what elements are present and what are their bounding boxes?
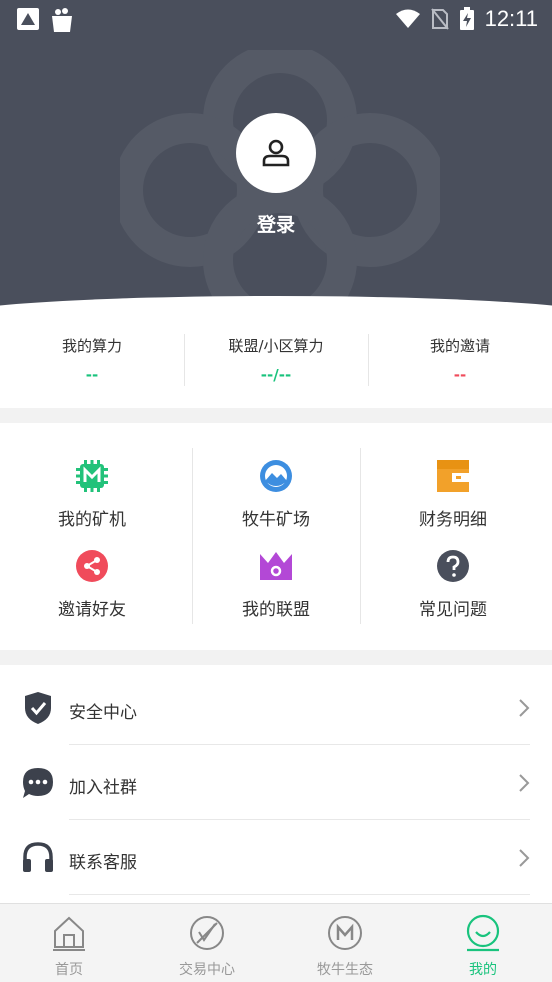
- list-item-label: 联系客服: [69, 853, 137, 873]
- nav-label: 牧牛生态: [317, 962, 373, 978]
- stat-value: --: [453, 366, 467, 384]
- stat-alliance-hashrate[interactable]: 联盟/小区算力 --/--: [184, 320, 368, 408]
- list-item-contact-support[interactable]: 联系客服: [0, 820, 552, 895]
- stat-value: --: [85, 366, 99, 384]
- nav-ecology[interactable]: 牧牛生态: [276, 904, 414, 982]
- chevron-right-icon: [519, 849, 530, 867]
- wifi-icon: [395, 9, 420, 28]
- question-icon: [437, 550, 469, 582]
- headset-icon: [23, 842, 53, 872]
- shield-icon: [25, 692, 51, 724]
- chevron-right-icon: [519, 699, 530, 717]
- nav-label: 交易中心: [179, 962, 235, 978]
- chat-icon: [23, 768, 53, 798]
- grid-item-mining-field[interactable]: 牧牛矿场: [184, 459, 368, 530]
- nav-label: 首页: [55, 962, 83, 978]
- grid-item-faq[interactable]: 常见问题: [361, 549, 545, 620]
- mining-field-icon: [260, 460, 292, 492]
- grid-label: 常见问题: [419, 600, 487, 620]
- status-bar: 12:11: [0, 0, 552, 40]
- list-item-join-community[interactable]: 加入社群: [0, 745, 552, 820]
- stat-label: 联盟/小区算力: [228, 337, 324, 355]
- status-time: 12:11: [484, 6, 538, 31]
- grid-label: 我的矿机: [58, 510, 126, 530]
- grid-label: 牧牛矿场: [242, 510, 310, 530]
- menu-list: 安全中心 加入社群 联系客服: [0, 665, 552, 905]
- bottom-nav: 首页 交易中心 牧牛生态 我的: [0, 903, 552, 982]
- grid-label: 财务明细: [419, 510, 487, 530]
- ecology-icon: [328, 916, 362, 950]
- nav-mine[interactable]: 我的: [414, 904, 552, 982]
- app-notification-icon: [17, 8, 39, 30]
- list-item-label: 加入社群: [69, 778, 137, 798]
- header-curve: [0, 296, 552, 320]
- battery-charging-icon: [459, 7, 474, 30]
- list-item-security-center[interactable]: 安全中心: [0, 670, 552, 745]
- grid-label: 我的联盟: [242, 600, 310, 620]
- grid-item-my-miners[interactable]: 我的矿机: [0, 459, 184, 530]
- login-button[interactable]: 登录: [0, 210, 552, 237]
- stat-label: 我的算力: [61, 337, 122, 355]
- smile-icon: [466, 914, 500, 952]
- stats-panel: 我的算力 -- 联盟/小区算力 --/-- 我的邀请 --: [0, 320, 552, 408]
- no-sim-icon: [430, 8, 449, 30]
- miner-icon: [76, 460, 108, 492]
- stat-my-invites[interactable]: 我的邀请 --: [368, 320, 552, 408]
- stat-label: 我的邀请: [429, 337, 490, 355]
- nav-home[interactable]: 首页: [0, 904, 138, 982]
- profile-header: 12:11 登录: [0, 0, 552, 320]
- share-icon: [76, 550, 108, 582]
- avatar[interactable]: [236, 113, 316, 193]
- divider: [69, 894, 530, 895]
- stat-value: --/--: [260, 366, 292, 384]
- shopping-bag-icon: [52, 8, 72, 32]
- feature-grid: 我的矿机 牧牛矿场 财务明细 邀请好友 我的联盟 常见问题: [0, 423, 552, 650]
- list-item-label: 安全中心: [69, 703, 137, 723]
- stat-my-hashrate[interactable]: 我的算力 --: [0, 320, 184, 408]
- grid-item-invite-friends[interactable]: 邀请好友: [0, 549, 184, 620]
- trade-icon: [190, 916, 224, 950]
- crown-icon: [260, 552, 292, 580]
- nav-trade-center[interactable]: 交易中心: [138, 904, 276, 982]
- grid-item-finance-details[interactable]: 财务明细: [361, 459, 545, 530]
- nav-label: 我的: [469, 962, 497, 978]
- wallet-icon: [437, 460, 469, 492]
- grid-label: 邀请好友: [58, 600, 126, 620]
- chevron-right-icon: [519, 774, 530, 792]
- grid-item-my-alliance[interactable]: 我的联盟: [184, 549, 368, 620]
- user-icon: [262, 139, 290, 167]
- home-icon: [53, 916, 85, 951]
